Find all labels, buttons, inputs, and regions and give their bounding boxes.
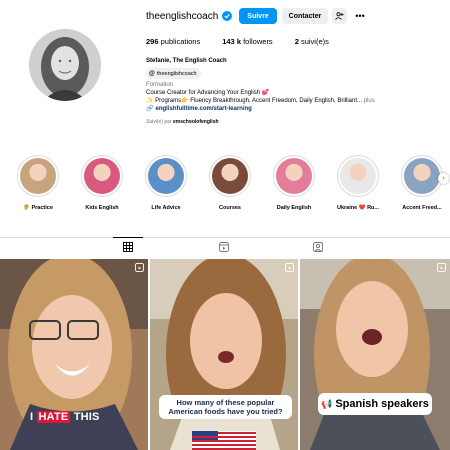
highlight-item[interactable]: Ukraine ❤️ Ru... [330, 155, 386, 211]
post-caption-3: Spanish speakers [335, 398, 429, 410]
highlight-item[interactable]: Daily English [266, 155, 322, 211]
caption-highlight: HATE [36, 411, 71, 423]
posts-label: publications [160, 37, 201, 46]
following-count: 2 [294, 37, 299, 46]
reels-icon [219, 242, 229, 252]
followed-by-user: emschoolofenglish [172, 119, 219, 125]
highlight-ring [337, 155, 379, 197]
threads-icon: @ [149, 70, 155, 77]
highlight-ring [401, 155, 443, 197]
post-caption-2: How many of these popular American foods… [159, 395, 292, 419]
highlight-label: 🦻 Practice [23, 205, 53, 211]
username: theenglishcoach [146, 10, 219, 22]
more-options-button[interactable]: ••• [353, 8, 367, 24]
caption-post: THIS [70, 411, 100, 423]
contact-button[interactable]: Contacter [282, 8, 328, 24]
followers-label: followers [243, 37, 273, 46]
profile-stats: 296 publications 143 k followers 2 suivi… [146, 37, 351, 46]
megaphone-icon: 📢 [321, 398, 333, 409]
threads-handle: theenglishcoach [156, 70, 197, 77]
highlight-cover [276, 158, 312, 194]
post-caption-3-box: 📢 Spanish speakers [318, 393, 432, 415]
post-tile-3[interactable]: 📢 Spanish speakers [300, 259, 450, 450]
tab-posts[interactable] [122, 241, 134, 253]
highlight-cover [20, 158, 56, 194]
highlight-label: Life Advice [151, 205, 181, 211]
verified-badge-icon [222, 11, 233, 21]
followed-by[interactable]: Suivi(e) par emschoolofenglish [146, 118, 436, 126]
add-person-icon [335, 12, 344, 20]
profile-category: Formation [146, 82, 174, 88]
tabs-divider [0, 237, 450, 238]
posts-stat: 296 publications [146, 37, 200, 46]
profile-display-name: Stefanie, The English Coach [146, 58, 227, 64]
profile-avatar[interactable] [29, 29, 101, 101]
bio-line-2-wrap: ✨ Programs👉 Fluency Breakthrough, Accent… [146, 97, 436, 105]
highlight-label: Daily English [276, 205, 312, 211]
highlight-cover [212, 158, 248, 194]
highlight-label: Courses [218, 205, 241, 211]
highlight-cover [404, 158, 440, 194]
threads-link[interactable]: @ theenglishcoach [146, 68, 201, 79]
highlight-ring [81, 155, 123, 197]
follow-button[interactable]: Suivre [239, 8, 277, 24]
highlight-item[interactable]: Life Advice [138, 155, 194, 211]
highlight-item[interactable]: 🦻 Practice [10, 155, 66, 211]
highlight-ring [209, 155, 251, 197]
post-thumbnail [300, 259, 450, 450]
highlight-item[interactable]: Courses [202, 155, 258, 211]
bio-link-text: englishfulltime.com/start-learning [155, 106, 252, 112]
post-caption-1: I HATE THIS [30, 411, 100, 423]
bio-line-1: Course Creator for Advancing Your Englis… [146, 90, 270, 96]
followed-by-prefix: Suivi(e) par [146, 119, 172, 125]
bio-line-2: ✨ Programs👉 Fluency Breakthrough, Accent… [146, 98, 363, 104]
posts-count: 296 [146, 37, 159, 46]
following-label: suivi(e)s [300, 37, 329, 46]
highlight-cover [340, 158, 376, 194]
tab-reels[interactable] [218, 241, 230, 253]
highlight-label: Ukraine ❤️ Ru... [337, 205, 379, 211]
active-tab-indicator [113, 237, 143, 238]
reel-icon [437, 263, 446, 272]
bio-more-link[interactable]: plus [364, 98, 375, 104]
highlight-item[interactable]: Kids English [74, 155, 130, 211]
bio-external-link[interactable]: 🔗 englishfulltime.com/start-learning [146, 105, 436, 113]
tagged-icon [313, 242, 323, 252]
username-row: theenglishcoach [146, 8, 233, 24]
link-icon: 🔗 [146, 106, 154, 112]
profile-bio: Stefanie, The English Coach @ theenglish… [146, 57, 436, 126]
chevron-right-icon: › [442, 175, 445, 182]
grid-icon [123, 242, 133, 252]
story-highlights: 🦻 Practice Kids English Life Advice Courses… [0, 155, 450, 215]
following-stat[interactable]: 2 suivi(e)s [295, 37, 329, 46]
highlight-ring [273, 155, 315, 197]
suggested-accounts-button[interactable] [332, 8, 347, 24]
highlight-ring [145, 155, 187, 197]
highlight-label: Accent Freed... [402, 205, 442, 211]
reel-icon [135, 263, 144, 272]
reel-icon [285, 263, 294, 272]
post-tile-1[interactable]: I HATE THIS [0, 259, 148, 450]
post-thumbnail [150, 259, 298, 450]
followers-stat[interactable]: 143 k followers [222, 37, 272, 46]
tab-tagged[interactable] [312, 241, 324, 253]
highlight-label: Kids English [85, 205, 119, 211]
highlight-ring [17, 155, 59, 197]
posts-grid: I HATE THIS How many of these popular Am… [0, 259, 450, 450]
post-tile-2[interactable]: How many of these popular American foods… [150, 259, 298, 450]
highlight-cover [148, 158, 184, 194]
followers-count: 143 k [222, 37, 241, 46]
highlights-next-button[interactable]: › [438, 173, 449, 184]
caption-pre: I [30, 411, 37, 423]
highlight-cover [84, 158, 120, 194]
